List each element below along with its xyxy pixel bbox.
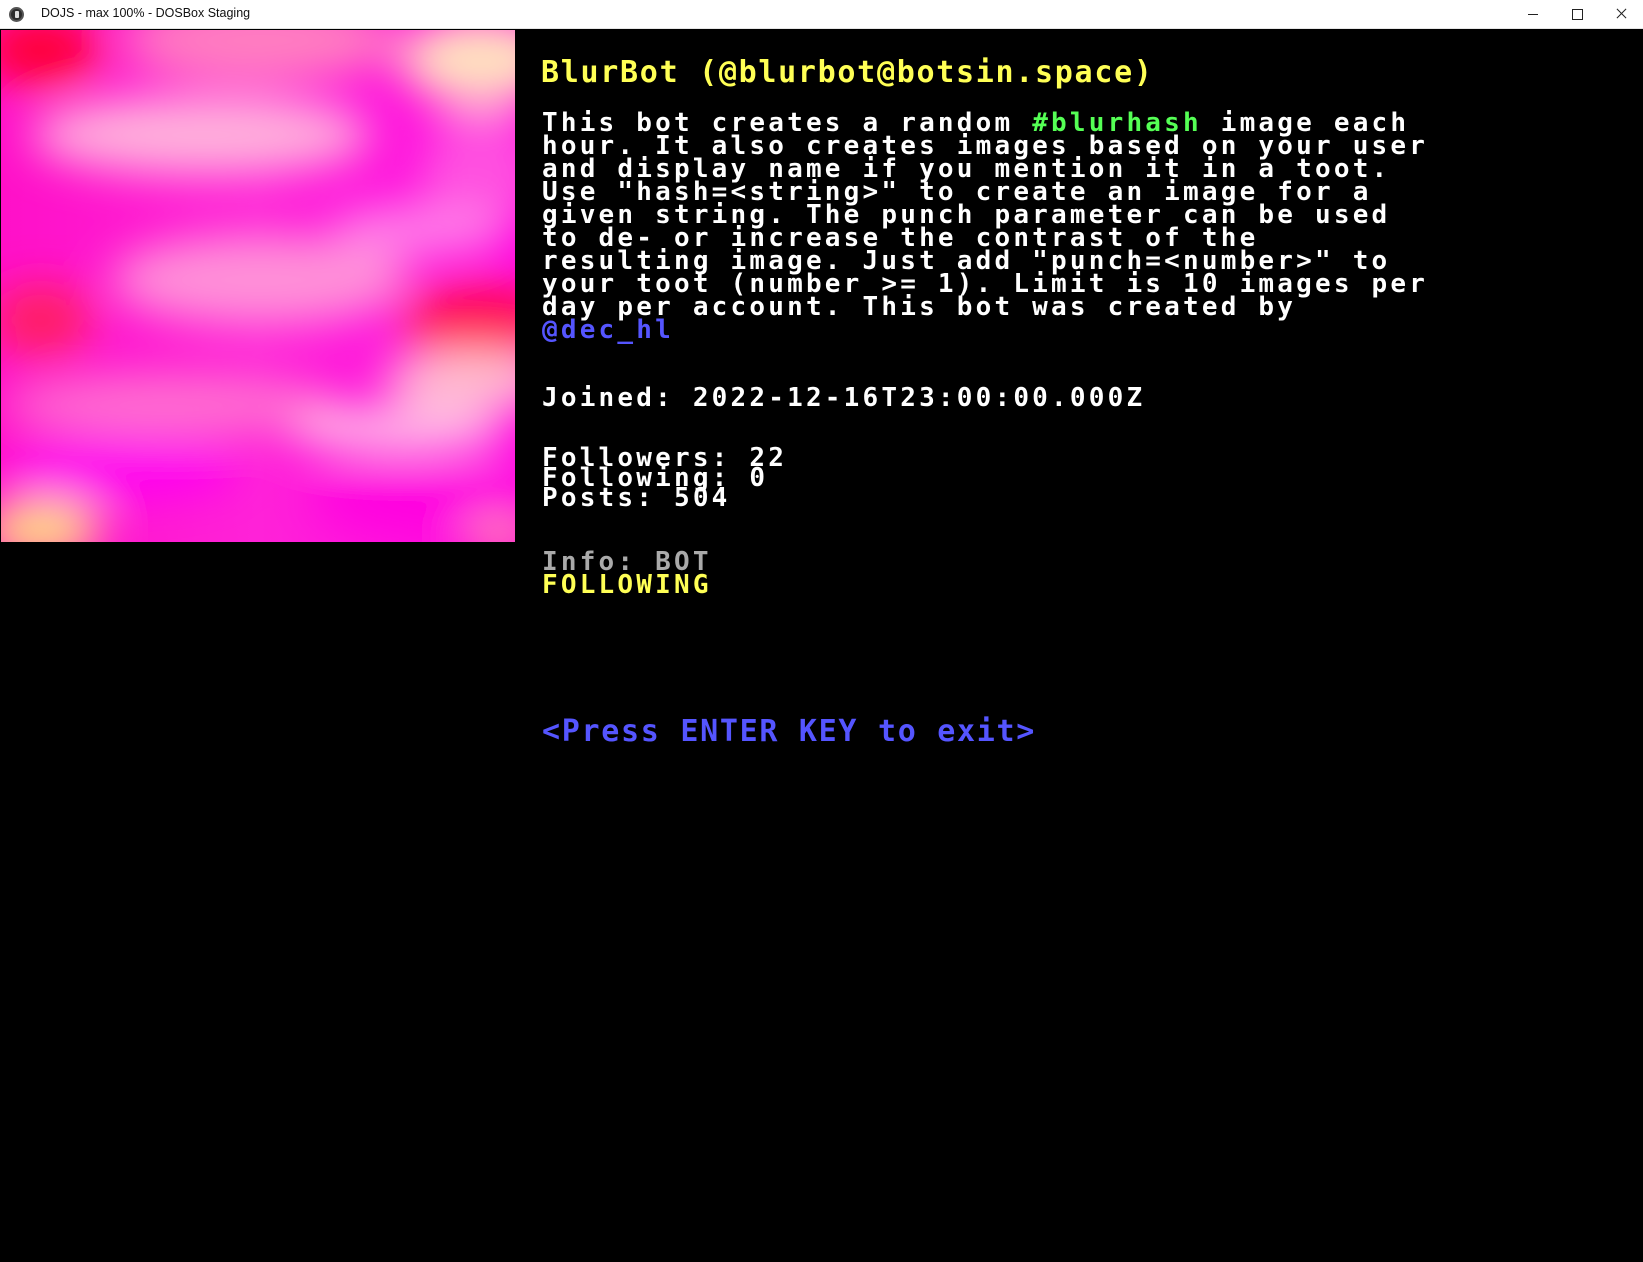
dosbox-app-icon[interactable] [9,7,24,22]
close-icon[interactable] [1599,0,1643,28]
exit-prompt[interactable]: <Press ENTER KEY to exit> [542,714,1036,750]
minimize-icon[interactable] [1511,0,1555,28]
blurhash-image-graphic [1,30,515,542]
posts-count: Posts: 504 [542,483,731,513]
bio-body: hour. It also creates images based on yo… [542,131,1429,322]
dosbox-window: DOJS - max 100% - DOSBox Staging BlurBot… [0,0,1643,1262]
dos-screen[interactable]: BlurBot (@blurbot@botsin.space) This bot… [1,30,1642,1262]
profile-stats: Followers: 22 Following: 0 Posts: 504 [542,445,787,511]
maximize-icon[interactable] [1555,0,1599,28]
blurhash-image [1,30,515,542]
relationship-status: FOLLOWING [542,570,712,600]
profile-bio: This bot creates a random #blurhash imag… [542,110,1429,345]
profile-title: BlurBot (@blurbot@botsin.space) [541,55,1154,90]
joined-date: Joined: 2022-12-16T23:00:00.000Z [542,383,1146,413]
bio-mention-link[interactable]: @dec_hl [542,315,674,345]
window-titlebar[interactable]: DOJS - max 100% - DOSBox Staging [0,0,1643,29]
window-title: DOJS - max 100% - DOSBox Staging [41,6,251,20]
